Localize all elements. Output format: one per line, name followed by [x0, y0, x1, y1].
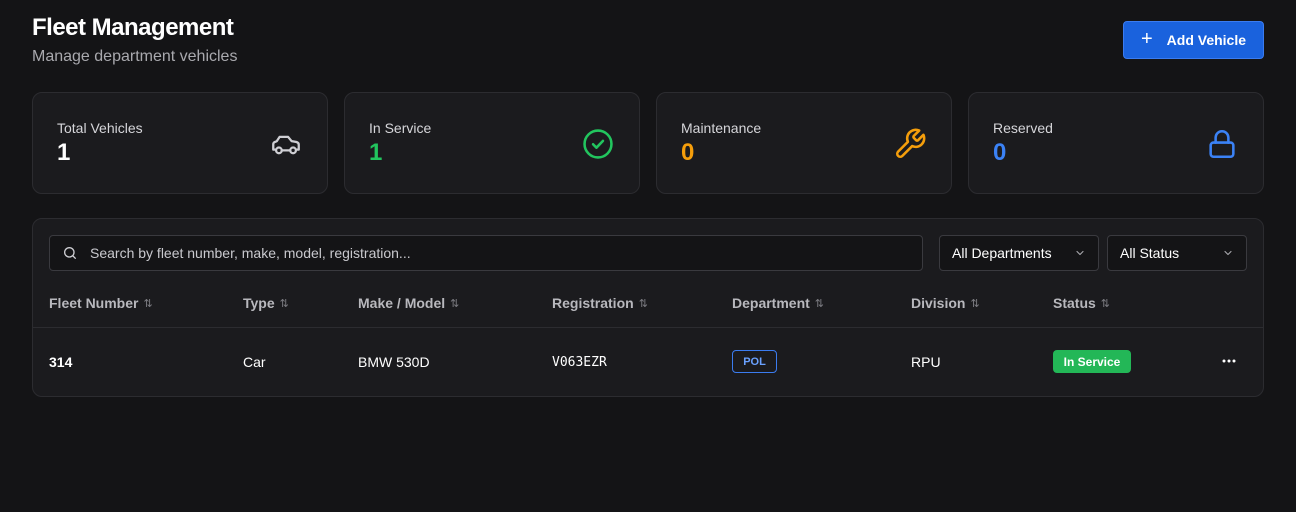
status-filter-select[interactable]: All Status	[1107, 235, 1247, 271]
stat-label: Reserved	[993, 120, 1053, 136]
more-horizontal-icon	[1222, 359, 1236, 363]
chevron-down-icon	[1076, 250, 1084, 256]
sort-icon: ⇅	[143, 297, 153, 310]
department-filter-value: All Departments	[952, 245, 1052, 261]
search-box[interactable]	[49, 235, 923, 271]
stat-card-reserved: Reserved 0	[968, 92, 1264, 194]
status-badge: In Service	[1053, 350, 1131, 373]
column-header-make-model[interactable]: Make / Model ⇅	[358, 295, 459, 311]
column-header-label: Registration	[552, 295, 634, 311]
status-filter-value: All Status	[1120, 245, 1180, 261]
column-header-division[interactable]: Division ⇅	[911, 295, 980, 311]
stat-card-maintenance: Maintenance 0	[656, 92, 952, 194]
add-vehicle-label: Add Vehicle	[1166, 32, 1247, 48]
column-header-registration[interactable]: Registration ⇅	[552, 295, 648, 311]
column-header-type[interactable]: Type ⇅	[243, 295, 289, 311]
stat-label: In Service	[369, 120, 432, 136]
column-header-status[interactable]: Status ⇅	[1053, 295, 1110, 311]
check-circle-icon	[583, 129, 613, 159]
sort-icon: ⇅	[450, 297, 460, 310]
chevron-down-icon	[1224, 250, 1232, 256]
column-header-label: Make / Model	[358, 295, 446, 311]
column-header-department[interactable]: Department ⇅	[732, 295, 824, 311]
cell-fleet-number: 314	[49, 354, 73, 370]
search-icon	[63, 247, 76, 259]
page-title: Fleet Management	[32, 14, 234, 41]
column-header-label: Division	[911, 295, 966, 311]
sort-icon: ⇅	[1100, 297, 1111, 310]
column-header-label: Fleet Number	[49, 295, 139, 311]
column-header-label: Type	[243, 295, 275, 311]
department-badge: POL	[732, 350, 777, 373]
stat-label: Maintenance	[681, 120, 762, 136]
wrench-icon	[896, 128, 926, 158]
cell-type: Car	[243, 354, 266, 370]
department-filter-select[interactable]: All Departments	[939, 235, 1099, 271]
stat-value: 0	[993, 139, 1007, 166]
row-actions-button[interactable]	[1215, 349, 1243, 373]
stat-card-total: Total Vehicles 1	[32, 92, 328, 194]
add-vehicle-button[interactable]: + Add Vehicle	[1123, 21, 1264, 59]
sort-icon: ⇅	[638, 297, 648, 310]
cell-registration: V063EZR	[552, 355, 607, 370]
table-divider	[33, 327, 1263, 328]
column-header-fleet-number[interactable]: Fleet Number ⇅	[49, 295, 153, 311]
car-icon	[272, 135, 300, 155]
stat-label: Total Vehicles	[57, 120, 143, 136]
plus-icon: +	[1140, 28, 1153, 50]
search-input[interactable]	[90, 245, 922, 261]
sort-icon: ⇅	[970, 297, 980, 310]
stat-value: 0	[681, 139, 695, 166]
cell-make-model: BMW 530D	[358, 354, 430, 370]
vehicles-panel: All Departments All Status Fleet Number ⇅…	[32, 218, 1264, 397]
stat-card-in-service: In Service 1	[344, 92, 640, 194]
sort-icon: ⇅	[814, 297, 825, 310]
stat-value: 1	[369, 139, 383, 166]
column-header-label: Status	[1053, 295, 1096, 311]
stat-value: 1	[57, 139, 71, 166]
column-header-label: Department	[732, 295, 810, 311]
sort-icon: ⇅	[279, 297, 289, 310]
cell-division: RPU	[911, 354, 941, 370]
page-subtitle: Manage department vehicles	[32, 48, 238, 65]
lock-icon	[1209, 129, 1235, 159]
